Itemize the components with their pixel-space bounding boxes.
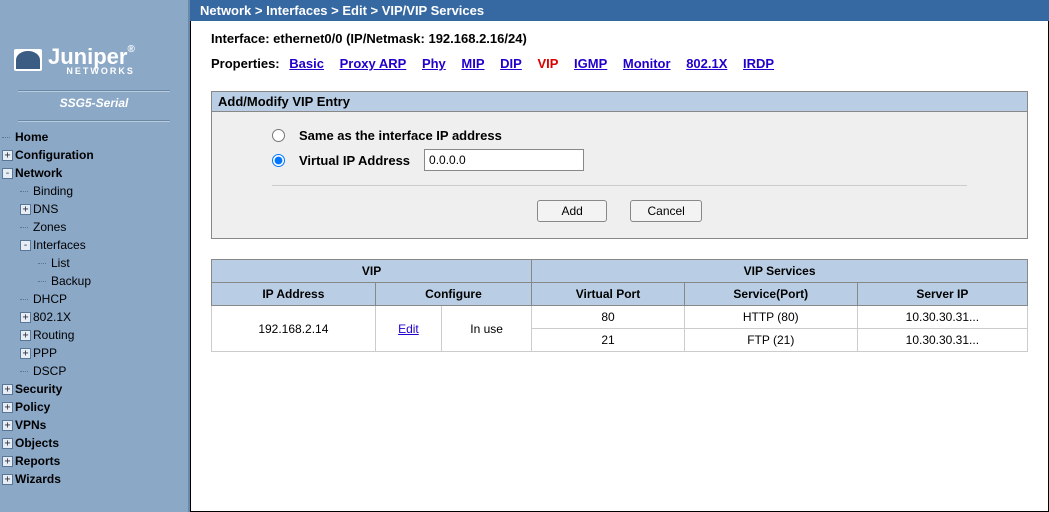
th-vport: Virtual Port bbox=[532, 283, 685, 306]
cell-vport: 80 bbox=[532, 306, 685, 329]
nav-objects[interactable]: Objects bbox=[15, 436, 59, 450]
expand-icon[interactable]: + bbox=[20, 312, 31, 323]
cell-inuse: In use bbox=[442, 306, 532, 352]
expand-icon[interactable]: + bbox=[20, 330, 31, 341]
nav-wizards[interactable]: Wizards bbox=[15, 472, 61, 486]
tab-8021x[interactable]: 802.1X bbox=[686, 56, 727, 71]
nav-vpns[interactable]: VPNs bbox=[15, 418, 46, 432]
nav-tree: Home +Configuration -Network Binding +DN… bbox=[0, 124, 188, 488]
th-vip-services: VIP Services bbox=[532, 260, 1028, 283]
logo-block: Juniper® NETWORKS bbox=[0, 38, 188, 86]
expand-icon[interactable]: + bbox=[2, 420, 13, 431]
add-button[interactable]: Add bbox=[537, 200, 607, 222]
cell-service: FTP (21) bbox=[684, 329, 857, 352]
nav-ppp[interactable]: PPP bbox=[33, 346, 57, 360]
nav-configuration[interactable]: Configuration bbox=[15, 148, 94, 162]
panel-title: Add/Modify VIP Entry bbox=[212, 92, 1027, 112]
properties-label: Properties: bbox=[211, 56, 280, 71]
collapse-icon[interactable]: - bbox=[2, 168, 13, 179]
nav-interfaces-list[interactable]: List bbox=[51, 256, 70, 270]
nav-reports[interactable]: Reports bbox=[15, 454, 60, 468]
nav-routing[interactable]: Routing bbox=[33, 328, 74, 342]
nav-security[interactable]: Security bbox=[15, 382, 62, 396]
breadcrumb: Network > Interfaces > Edit > VIP/VIP Se… bbox=[190, 0, 1049, 21]
radio-same-as-interface[interactable] bbox=[272, 129, 285, 142]
tab-irdp[interactable]: IRDP bbox=[743, 56, 774, 71]
th-ip: IP Address bbox=[212, 283, 376, 306]
nav-8021x[interactable]: 802.1X bbox=[33, 310, 71, 324]
tab-mip[interactable]: MIP bbox=[461, 56, 484, 71]
expand-icon[interactable]: + bbox=[2, 474, 13, 485]
nav-home[interactable]: Home bbox=[15, 130, 48, 144]
expand-icon[interactable]: + bbox=[20, 348, 31, 359]
th-vip: VIP bbox=[212, 260, 532, 283]
nav-interfaces-backup[interactable]: Backup bbox=[51, 274, 91, 288]
nav-policy[interactable]: Policy bbox=[15, 400, 50, 414]
divider bbox=[18, 90, 170, 92]
device-model: SSG5-Serial bbox=[0, 96, 188, 110]
collapse-icon[interactable]: - bbox=[20, 240, 31, 251]
th-server: Server IP bbox=[857, 283, 1027, 306]
juniper-logo-icon bbox=[14, 49, 42, 71]
expand-icon[interactable]: + bbox=[2, 438, 13, 449]
interface-line: Interface: ethernet0/0 (IP/Netmask: 192.… bbox=[211, 31, 1028, 46]
properties-tabs: Properties: Basic Proxy ARP Phy MIP DIP … bbox=[211, 56, 1028, 71]
add-modify-panel: Add/Modify VIP Entry Same as the interfa… bbox=[211, 91, 1028, 239]
table-row: 192.168.2.14 Edit In use 80 HTTP (80) 10… bbox=[212, 306, 1028, 329]
main-panel: Network > Interfaces > Edit > VIP/VIP Se… bbox=[190, 0, 1049, 512]
logo: Juniper® NETWORKS bbox=[0, 38, 188, 80]
expand-icon[interactable]: + bbox=[2, 456, 13, 467]
sidebar: Juniper® NETWORKS SSG5-Serial Home +Conf… bbox=[0, 0, 190, 512]
edit-link[interactable]: Edit bbox=[398, 322, 419, 336]
virtual-ip-input[interactable] bbox=[424, 149, 584, 171]
nav-network[interactable]: Network bbox=[15, 166, 62, 180]
tab-proxyarp[interactable]: Proxy ARP bbox=[340, 56, 407, 71]
expand-icon[interactable]: + bbox=[2, 402, 13, 413]
expand-icon[interactable]: + bbox=[20, 204, 31, 215]
cell-service: HTTP (80) bbox=[684, 306, 857, 329]
tab-igmp[interactable]: IGMP bbox=[574, 56, 607, 71]
vip-table: VIP VIP Services IP Address Configure Vi… bbox=[211, 259, 1028, 352]
cancel-button[interactable]: Cancel bbox=[630, 200, 701, 222]
content: Interface: ethernet0/0 (IP/Netmask: 192.… bbox=[190, 21, 1049, 512]
expand-icon[interactable]: + bbox=[2, 384, 13, 395]
nav-interfaces[interactable]: Interfaces bbox=[33, 238, 86, 252]
tab-basic[interactable]: Basic bbox=[289, 56, 324, 71]
divider bbox=[18, 120, 170, 122]
cell-server: 10.30.30.31... bbox=[857, 306, 1027, 329]
nav-zones[interactable]: Zones bbox=[33, 220, 66, 234]
radio-virtual-ip[interactable] bbox=[272, 154, 285, 167]
label-virtual-ip: Virtual IP Address bbox=[299, 153, 410, 168]
nav-dscp[interactable]: DSCP bbox=[33, 364, 66, 378]
th-service: Service(Port) bbox=[684, 283, 857, 306]
th-configure: Configure bbox=[375, 283, 531, 306]
label-same-as-interface: Same as the interface IP address bbox=[299, 128, 502, 143]
tab-monitor[interactable]: Monitor bbox=[623, 56, 671, 71]
cell-vport: 21 bbox=[532, 329, 685, 352]
tab-phy[interactable]: Phy bbox=[422, 56, 446, 71]
nav-dhcp[interactable]: DHCP bbox=[33, 292, 67, 306]
cell-ip: 192.168.2.14 bbox=[212, 306, 376, 352]
nav-binding[interactable]: Binding bbox=[33, 184, 73, 198]
expand-icon[interactable]: + bbox=[2, 150, 13, 161]
nav-dns[interactable]: DNS bbox=[33, 202, 58, 216]
cell-server: 10.30.30.31... bbox=[857, 329, 1027, 352]
tab-vip[interactable]: VIP bbox=[537, 56, 558, 71]
tab-dip[interactable]: DIP bbox=[500, 56, 522, 71]
